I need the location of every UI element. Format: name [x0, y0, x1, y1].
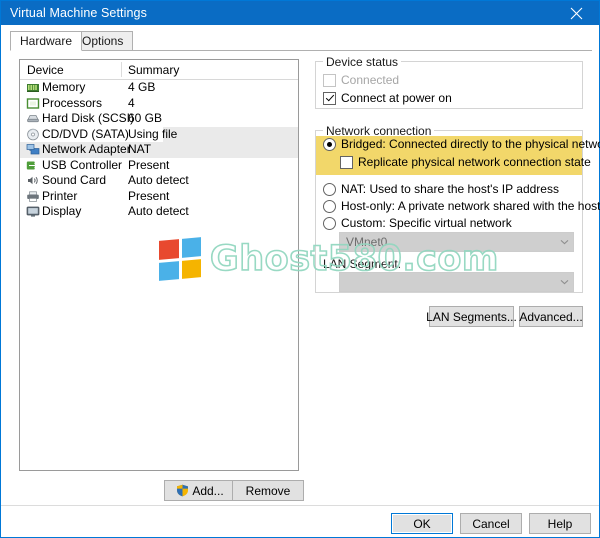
vm-settings-dialog: Virtual Machine Settings Hardware Option…: [0, 0, 600, 538]
printer-icon: [26, 190, 40, 203]
connected-checkbox[interactable]: [323, 74, 336, 87]
cd-dvd-icon: [26, 128, 40, 141]
window-title: Virtual Machine Settings: [1, 6, 147, 20]
device-name: Display: [42, 204, 81, 220]
radio-host-only-row[interactable]: Host-only: A private network shared with…: [323, 199, 600, 213]
table-row[interactable]: Processors 4: [20, 96, 298, 112]
device-name: Network Adapter: [42, 142, 131, 158]
table-row[interactable]: Printer Present: [20, 189, 298, 205]
radio-custom-row[interactable]: Custom: Specific virtual network: [323, 216, 512, 230]
help-button[interactable]: Help: [529, 513, 591, 534]
device-name: USB Controller: [42, 158, 122, 174]
host-only-label: Host-only: A private network shared with…: [341, 199, 600, 213]
close-icon: [570, 7, 583, 20]
custom-network-value: VMnet0: [340, 235, 556, 249]
device-name: CD/DVD (SATA): [42, 127, 129, 143]
radio-nat-row[interactable]: NAT: Used to share the host's IP address: [323, 182, 559, 196]
bridged-label: Bridged: Connected directly to the physi…: [341, 137, 600, 151]
remove-button-label: Remove: [246, 484, 291, 498]
connect-at-power-on-row[interactable]: Connect at power on: [323, 91, 452, 105]
memory-icon: [26, 81, 40, 94]
title-bar: Virtual Machine Settings: [1, 1, 599, 25]
add-button-label: Add...: [192, 484, 223, 498]
host-only-radio[interactable]: [323, 200, 336, 213]
device-summary: Present: [128, 189, 169, 205]
cancel-button-label: Cancel: [472, 517, 509, 531]
table-row[interactable]: Display Auto detect: [20, 204, 298, 220]
nat-radio[interactable]: [323, 183, 336, 196]
cancel-button[interactable]: Cancel: [460, 513, 522, 534]
custom-radio[interactable]: [323, 217, 336, 230]
sound-card-icon: [26, 174, 40, 187]
usb-controller-icon: [26, 159, 40, 172]
radio-bridged-row[interactable]: Bridged: Connected directly to the physi…: [323, 137, 600, 151]
table-row[interactable]: Network Adapter NAT: [20, 142, 298, 158]
processor-icon: [26, 97, 40, 110]
device-status-title: Device status: [323, 55, 401, 69]
ok-button-label: OK: [413, 517, 430, 531]
device-name: Hard Disk (SCSI): [42, 111, 134, 127]
device-summary: Using file: [128, 127, 177, 143]
replicate-label: Replicate physical network connection st…: [358, 155, 591, 169]
ok-button[interactable]: OK: [391, 513, 453, 534]
connected-checkbox-row[interactable]: Connected: [323, 73, 399, 87]
table-row[interactable]: Hard Disk (SCSI) 60 GB: [20, 111, 298, 127]
device-summary: Auto detect: [128, 173, 189, 189]
nat-label: NAT: Used to share the host's IP address: [341, 182, 559, 196]
device-summary: 4 GB: [128, 80, 155, 96]
advanced-button-label: Advanced...: [519, 310, 582, 324]
custom-network-dropdown[interactable]: VMnet0: [339, 232, 574, 252]
connect-at-power-on-checkbox[interactable]: [323, 92, 336, 105]
column-separator: [121, 62, 122, 77]
chevron-down-icon: [556, 279, 573, 285]
lan-segments-button-label: LAN Segments...: [426, 310, 517, 324]
connect-at-power-on-label: Connect at power on: [341, 91, 452, 105]
table-row[interactable]: CD/DVD (SATA) Using file: [20, 127, 298, 143]
device-name: Memory: [42, 80, 85, 96]
tab-panel-divider: [10, 50, 592, 51]
connected-label: Connected: [341, 73, 399, 87]
remove-button[interactable]: Remove: [232, 480, 304, 501]
device-summary: 60 GB: [128, 111, 162, 127]
chevron-down-icon: [556, 239, 573, 245]
device-list-rows: Memory 4 GB Processors 4: [20, 80, 298, 220]
device-name: Processors: [42, 96, 102, 112]
column-header-summary[interactable]: Summary: [128, 63, 179, 77]
column-header-device[interactable]: Device: [27, 63, 64, 77]
close-button[interactable]: [554, 1, 599, 25]
tab-hardware[interactable]: Hardware: [10, 31, 82, 51]
network-adapter-icon: [26, 143, 40, 156]
table-row[interactable]: Sound Card Auto detect: [20, 173, 298, 189]
help-button-label: Help: [548, 517, 573, 531]
device-name: Printer: [42, 189, 77, 205]
device-list[interactable]: Device Summary Memory 4 GB: [19, 59, 299, 471]
bridged-radio[interactable]: [323, 138, 336, 151]
device-summary: Auto detect: [128, 204, 189, 220]
add-button[interactable]: Add...: [164, 480, 236, 501]
device-summary: NAT: [128, 142, 151, 158]
table-row[interactable]: USB Controller Present: [20, 158, 298, 174]
device-summary: Present: [128, 158, 169, 174]
device-summary: 4: [128, 96, 135, 112]
lan-segments-button[interactable]: LAN Segments...: [429, 306, 514, 327]
lan-segment-label: LAN Segment:: [323, 257, 401, 271]
table-row[interactable]: Memory 4 GB: [20, 80, 298, 96]
shield-icon: [176, 484, 189, 497]
replicate-checkbox[interactable]: [340, 156, 353, 169]
hard-disk-icon: [26, 112, 40, 125]
display-icon: [26, 205, 40, 218]
replicate-checkbox-row[interactable]: Replicate physical network connection st…: [340, 155, 591, 169]
lan-segment-dropdown[interactable]: [339, 272, 574, 292]
footer-divider: [1, 505, 599, 506]
device-name: Sound Card: [42, 173, 106, 189]
advanced-button[interactable]: Advanced...: [519, 306, 583, 327]
tab-strip: Hardware Options: [10, 31, 592, 51]
device-list-header: Device Summary: [20, 60, 298, 80]
custom-label: Custom: Specific virtual network: [341, 216, 512, 230]
